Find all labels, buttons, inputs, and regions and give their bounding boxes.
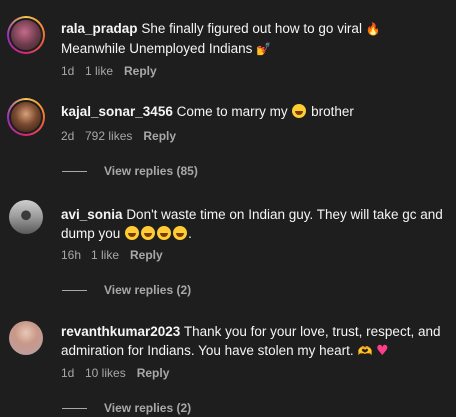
reply-button[interactable]: Reply: [130, 248, 163, 262]
comment-text-line2: dump you: [61, 226, 121, 241]
comment-body: revanthkumar2023 Thank you for your love…: [61, 322, 448, 361]
like-count[interactable]: 792 likes: [85, 129, 132, 143]
comment-body: rala_pradap She finally figured out how …: [61, 19, 448, 59]
divider: [62, 170, 87, 172]
grinning-face-icon: [125, 226, 140, 240]
avatar[interactable]: [9, 200, 43, 234]
username[interactable]: revanthkumar2023: [61, 324, 180, 339]
comment-text-line2: Meanwhile Unemployed Indians: [61, 41, 253, 56]
comment-text-line2: admiration for Indians. You have stolen …: [61, 343, 354, 358]
reply-button[interactable]: Reply: [124, 64, 157, 78]
comment-meta: 2d 792 likes Reply: [61, 129, 176, 143]
reply-button[interactable]: Reply: [137, 366, 170, 380]
like-count[interactable]: 1 like: [85, 64, 113, 78]
woman-nail-polish-icon: 💅: [256, 42, 272, 56]
timestamp: 16h: [61, 248, 82, 262]
like-count[interactable]: 1 like: [91, 248, 119, 262]
timestamp: 1d: [61, 366, 75, 380]
username[interactable]: rala_pradap: [61, 21, 138, 36]
avatar[interactable]: [9, 321, 43, 355]
timestamp: 1d: [61, 64, 75, 78]
grinning-face-icon: [173, 226, 188, 240]
comment-text-after: brother: [311, 104, 354, 119]
avatar[interactable]: [7, 16, 45, 54]
comment-meta: 16h 1 like Reply: [61, 248, 163, 262]
avatar[interactable]: [7, 98, 45, 136]
view-replies-button[interactable]: View replies (85): [62, 164, 198, 178]
pink-heart-icon: ♥: [376, 343, 389, 359]
view-replies-button[interactable]: View replies (2): [62, 283, 191, 297]
grinning-face-icon: [157, 226, 172, 240]
comment-meta: 1d 1 like Reply: [61, 64, 157, 78]
divider: [62, 407, 87, 409]
comment-text: Thank you for your love, trust, respect,…: [183, 324, 441, 339]
grinning-face-icon: [141, 226, 156, 240]
reply-button[interactable]: Reply: [143, 129, 176, 143]
heart-eyes-icon: [292, 104, 307, 118]
comment-text: She finally figured out how to go viral: [141, 21, 362, 36]
comment-text: Don't waste time on Indian guy. They wil…: [126, 207, 443, 222]
heart-hands-icon: 🫶: [357, 344, 373, 358]
divider: [62, 289, 87, 291]
view-replies-label: View replies (2): [104, 283, 192, 297]
comment-body: avi_sonia Don't waste time on Indian guy…: [61, 207, 443, 241]
comment-text: Come to marry my: [176, 104, 288, 119]
like-count[interactable]: 10 likes: [85, 366, 126, 380]
fire-icon: 🔥: [365, 22, 381, 36]
timestamp: 2d: [61, 129, 75, 143]
username[interactable]: avi_sonia: [61, 207, 123, 222]
comment-meta: 1d 10 likes Reply: [61, 366, 169, 380]
view-replies-label: View replies (2): [104, 401, 192, 415]
view-replies-label: View replies (85): [104, 164, 198, 178]
view-replies-button[interactable]: View replies (2): [62, 401, 191, 415]
username[interactable]: kajal_sonar_3456: [61, 104, 173, 119]
comment-body: kajal_sonar_3456 Come to marry my brothe…: [61, 102, 448, 121]
